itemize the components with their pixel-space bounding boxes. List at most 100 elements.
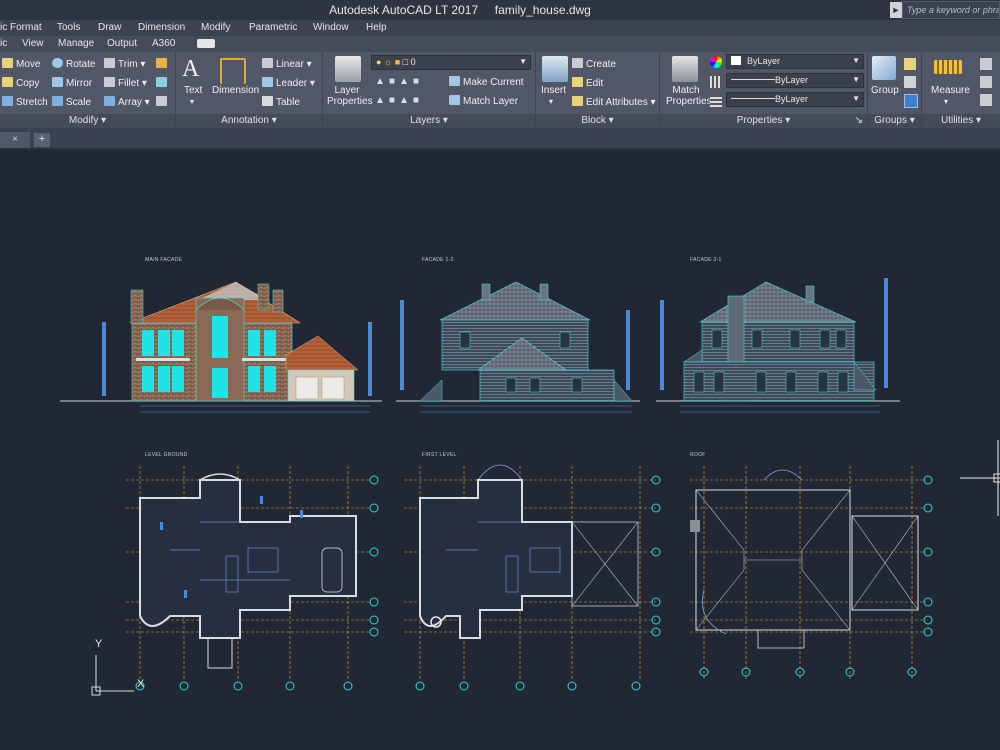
- menu-item-partial[interactable]: ic: [0, 22, 7, 33]
- plan-label-ground: LEVEL GROUND: [145, 452, 188, 458]
- text-dropdown-icon[interactable]: ▾: [190, 97, 194, 106]
- move-button[interactable]: Move: [2, 58, 40, 70]
- layer-properties-icon[interactable]: [335, 56, 361, 82]
- stretch-button[interactable]: Stretch: [2, 96, 48, 108]
- properties-panel-title[interactable]: Properties ▾ ↘: [660, 114, 867, 128]
- window-title: Autodesk AutoCAD LT 2017 family_house.dw…: [300, 3, 620, 17]
- ucs-x-label: X: [137, 678, 145, 690]
- fillet-button[interactable]: Fillet ▾: [104, 77, 147, 89]
- leader-icon: [262, 77, 273, 87]
- edit-block-icon: [572, 77, 583, 87]
- edit-attributes-button[interactable]: Edit Attributes ▾: [572, 96, 656, 108]
- annotation-panel-title[interactable]: Annotation ▾: [176, 114, 322, 128]
- group-select-icon[interactable]: [904, 94, 918, 108]
- copy-button[interactable]: Copy: [2, 77, 39, 89]
- rotate-button[interactable]: Rotate: [52, 58, 95, 70]
- insert-button[interactable]: Insert: [541, 85, 566, 96]
- tab-output[interactable]: Output: [107, 38, 137, 49]
- table-button[interactable]: Table: [262, 96, 300, 108]
- layers-panel-title[interactable]: Layers ▾: [323, 114, 535, 128]
- ucs-y-label: Y: [95, 638, 103, 650]
- edit-block-button[interactable]: Edit: [572, 77, 603, 89]
- layer-tools-row-2[interactable]: ▲■▲■: [375, 95, 423, 106]
- file-name: family_house.dwg: [494, 3, 591, 17]
- featured-apps-icon[interactable]: [197, 39, 215, 48]
- ungroup-icon[interactable]: [904, 58, 916, 70]
- text-icon[interactable]: A: [182, 56, 199, 83]
- roof-plan: [690, 466, 933, 680]
- quick-select-icon[interactable]: [980, 58, 992, 70]
- scale-icon: [52, 96, 63, 106]
- measure-icon[interactable]: [934, 60, 962, 74]
- main-facade-elevation: [60, 281, 382, 413]
- move-icon: [2, 58, 13, 68]
- menu-item-help[interactable]: Help: [366, 22, 387, 33]
- menu-item-draw[interactable]: Draw: [98, 22, 121, 33]
- layer-tools-row-1[interactable]: ▲■▲■: [375, 76, 423, 87]
- line-sample-icon: [731, 98, 775, 99]
- tab-partial[interactable]: ic: [0, 38, 7, 49]
- linetype-dropdown[interactable]: ByLayer ▼: [726, 73, 864, 88]
- group-button[interactable]: Group: [871, 85, 899, 96]
- menu-item-format[interactable]: Format: [10, 22, 42, 33]
- trim-button[interactable]: Trim ▾: [104, 58, 145, 70]
- group-icon[interactable]: [872, 56, 896, 80]
- menu-item-parametric[interactable]: Parametric: [249, 22, 297, 33]
- match-properties-button[interactable]: Match Properties: [666, 85, 712, 107]
- calculator-icon[interactable]: [980, 94, 992, 106]
- groups-panel-title[interactable]: Groups ▾: [868, 114, 921, 128]
- file-tab[interactable]: ×: [0, 132, 30, 148]
- modify-panel-title[interactable]: Modify ▾: [0, 114, 175, 128]
- measure-button[interactable]: Measure: [931, 85, 970, 96]
- leader-button[interactable]: Leader ▾: [262, 77, 315, 89]
- first-level-plan: [404, 464, 661, 691]
- menu-item-modify[interactable]: Modify: [201, 22, 230, 33]
- plan-label-first: FIRST LEVEL: [422, 452, 457, 458]
- close-icon[interactable]: ×: [12, 134, 18, 145]
- make-current-button[interactable]: Make Current: [449, 76, 524, 88]
- tab-manage[interactable]: Manage: [58, 38, 94, 49]
- title-bar: Autodesk AutoCAD LT 2017 family_house.dw…: [0, 0, 1000, 20]
- measure-dropdown-icon[interactable]: ▾: [944, 97, 948, 106]
- match-layer-button[interactable]: Match Layer: [449, 95, 518, 107]
- new-tab-button[interactable]: +: [34, 133, 50, 147]
- mirror-button[interactable]: Mirror: [52, 77, 92, 89]
- layer-dropdown[interactable]: ● ☼ ■ □ 0 ▼: [371, 55, 531, 70]
- ucs-icon: [91, 655, 134, 696]
- explode-button[interactable]: [156, 77, 170, 89]
- search-input[interactable]: Type a keyword or phrase: [902, 1, 1000, 19]
- drawing-canvas[interactable]: MAIN FACADE FACADE 1-2 FACADE 3-1 LEVEL …: [0, 150, 1000, 750]
- tab-view[interactable]: View: [22, 38, 44, 49]
- lineweight-icon[interactable]: [710, 95, 722, 107]
- layer-properties-button[interactable]: Layer Properties: [327, 85, 373, 107]
- panel-launcher-icon[interactable]: ↘: [855, 114, 863, 128]
- match-properties-icon[interactable]: [672, 56, 698, 82]
- lineweight-dropdown[interactable]: ByLayer ▼: [726, 92, 864, 107]
- point-id-icon[interactable]: [980, 76, 992, 88]
- offset-button[interactable]: [156, 96, 170, 108]
- linear-button[interactable]: Linear ▾: [262, 58, 312, 70]
- menu-item-window[interactable]: Window: [313, 22, 349, 33]
- group-edit-icon[interactable]: [904, 76, 916, 88]
- color-dropdown[interactable]: ByLayer ▼: [726, 54, 864, 69]
- search-expand-icon[interactable]: ►: [890, 2, 902, 18]
- dimension-icon[interactable]: [220, 58, 246, 84]
- color-wheel-icon[interactable]: [710, 56, 722, 68]
- fillet-icon: [104, 77, 115, 87]
- block-panel-title[interactable]: Block ▾: [536, 114, 659, 128]
- insert-icon[interactable]: [542, 56, 568, 82]
- erase-button[interactable]: [156, 58, 170, 70]
- linetype-icon[interactable]: [710, 76, 722, 88]
- text-button[interactable]: Text: [184, 85, 202, 96]
- insert-dropdown-icon[interactable]: ▾: [549, 97, 553, 106]
- menu-item-dimension[interactable]: Dimension: [138, 22, 185, 33]
- scale-button[interactable]: Scale: [52, 96, 91, 108]
- tab-a360[interactable]: A360: [152, 38, 175, 49]
- lock-icon: ■: [394, 57, 401, 67]
- utilities-panel-title[interactable]: Utilities ▾: [922, 114, 1000, 128]
- array-button[interactable]: Array ▾: [104, 96, 150, 108]
- dimension-button[interactable]: Dimension: [212, 85, 259, 96]
- menu-item-tools[interactable]: Tools: [57, 22, 80, 33]
- crosshair-cursor: [960, 440, 1000, 516]
- create-block-button[interactable]: Create: [572, 58, 616, 70]
